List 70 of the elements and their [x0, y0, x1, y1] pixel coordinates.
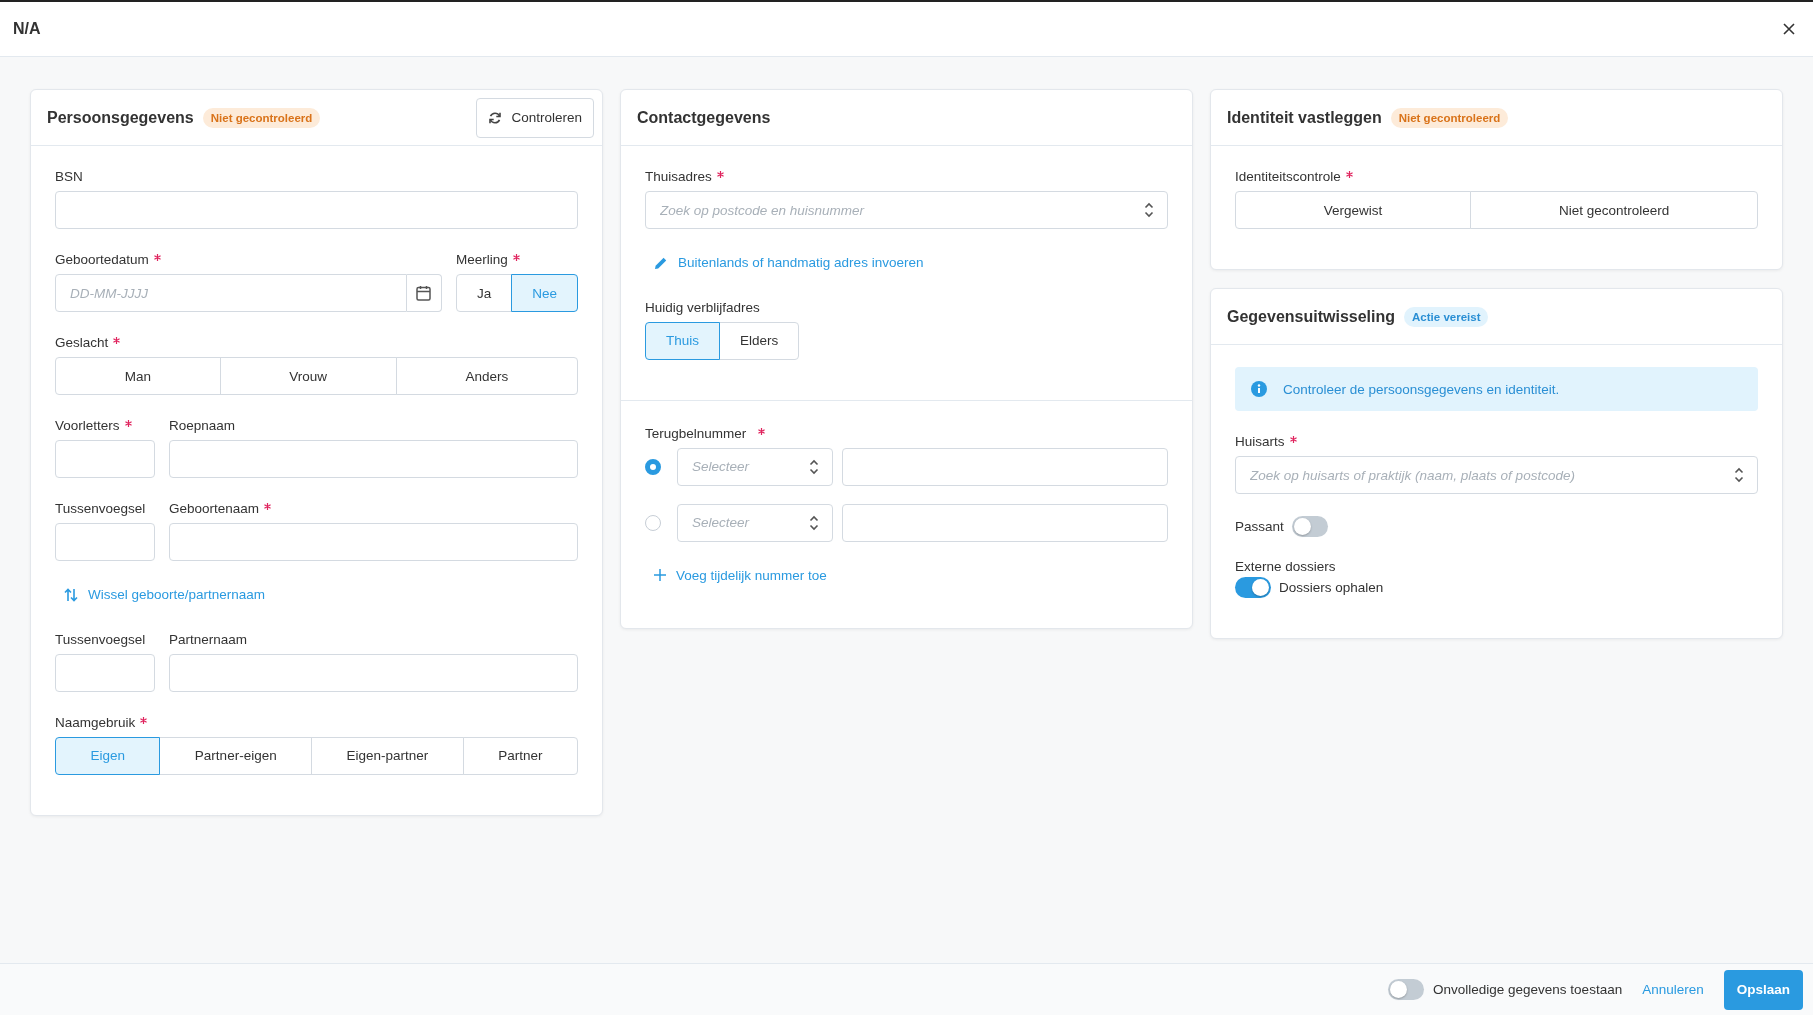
- info-message: Controleer de persoonsgegevens en identiteit.: [1283, 381, 1560, 397]
- option-button[interactable]: Anders: [395, 357, 578, 395]
- card-title: Contactgegevens: [637, 108, 771, 127]
- chevron-up-down-icon: [809, 514, 819, 531]
- plus-icon: [654, 569, 666, 581]
- radio-button[interactable]: [645, 514, 661, 531]
- card-title: Identiteit vastleggen: [1227, 108, 1382, 127]
- field-label: Passant: [1235, 519, 1284, 534]
- field-label: Tussenvoegsel: [55, 500, 146, 517]
- option-button[interactable]: Man: [55, 357, 221, 395]
- toggle-switch[interactable]: [1291, 516, 1328, 537]
- chevron-up-down-icon: [809, 458, 819, 475]
- field-label: Voorletters: [55, 417, 120, 434]
- option-button[interactable]: Eigen-partner: [311, 736, 464, 775]
- card-title: Persoonsgegevens: [47, 108, 194, 127]
- option-button[interactable]: Ja: [455, 274, 513, 312]
- switch-label: Onvolledige gegevens toestaan: [1433, 982, 1623, 997]
- field-label: Geslacht: [55, 334, 109, 351]
- field-label: Roepnaam: [169, 417, 236, 434]
- field-label: Partnernaam: [169, 630, 248, 648]
- field-label: Tussenvoegsel: [55, 630, 146, 648]
- chevron-up-down-icon: [1144, 202, 1154, 218]
- window-title: N/A: [13, 20, 41, 38]
- text-field[interactable]: [169, 653, 578, 692]
- option-button[interactable]: Partner: [462, 736, 578, 775]
- field-label: Identiteitscontrole: [1235, 168, 1341, 185]
- combobox-field[interactable]: Zoek op postcode en huisnummer: [645, 191, 1168, 229]
- status-badge: Niet gecontroleerd: [202, 107, 321, 128]
- toggle-switch[interactable]: [1388, 979, 1424, 1000]
- chevron-up-down-icon: [1734, 467, 1744, 483]
- text-field[interactable]: [55, 440, 155, 478]
- text-field[interactable]: [55, 653, 155, 692]
- text-field[interactable]: [55, 191, 578, 229]
- field-label: Naamgebruik: [55, 713, 136, 731]
- phone-number-field[interactable]: [842, 503, 1168, 542]
- option-button[interactable]: Elders: [719, 321, 800, 360]
- field-label: Thuisadres: [645, 168, 712, 185]
- check-button[interactable]: Controleren: [476, 97, 594, 138]
- radio-button[interactable]: [645, 458, 661, 475]
- text-field[interactable]: [169, 440, 578, 478]
- select-field[interactable]: Selecteer: [677, 447, 833, 486]
- switch-label: Dossiers ophalen: [1279, 580, 1384, 595]
- calendar-icon[interactable]: [416, 285, 432, 301]
- refresh-icon: [488, 110, 503, 125]
- text-field[interactable]: [55, 523, 155, 561]
- text-field[interactable]: [169, 523, 578, 561]
- status-badge: Niet gecontroleerd: [1390, 107, 1509, 128]
- info-icon: [1251, 381, 1267, 397]
- toggle-switch[interactable]: [1235, 577, 1271, 598]
- pencil-icon: [654, 255, 668, 270]
- option-button[interactable]: Partner-eigen: [159, 736, 313, 775]
- status-badge: Actie vereist: [1404, 306, 1489, 327]
- swap-arrows-icon: [64, 587, 78, 602]
- field-label: Meerling: [455, 251, 508, 268]
- combobox-field[interactable]: Zoek op huisarts of praktijk (naam, plaats of postcode): [1235, 456, 1758, 494]
- field-label: Geboortedatum: [55, 251, 149, 268]
- field-label: Externe dossiers: [1235, 559, 1337, 574]
- card-title: Gegevensuitwisseling: [1227, 307, 1396, 326]
- option-button[interactable]: Niet gecontroleerd: [1470, 191, 1758, 229]
- field-label: Terugbelnummer: [645, 424, 747, 442]
- field-label: Huidig verblijfadres: [645, 298, 760, 316]
- phone-number-field[interactable]: [842, 447, 1168, 486]
- select-field[interactable]: Selecteer: [677, 503, 833, 542]
- date-field[interactable]: DD-MM-JJJJ: [55, 274, 407, 312]
- option-button[interactable]: Vrouw: [219, 357, 397, 395]
- option-button[interactable]: Vergewist: [1235, 191, 1472, 229]
- calendar-button[interactable]: [406, 274, 442, 312]
- field-label: Huisarts: [1235, 433, 1285, 450]
- field-label: BSN: [55, 168, 83, 185]
- field-label: Geboortenaam: [169, 500, 260, 517]
